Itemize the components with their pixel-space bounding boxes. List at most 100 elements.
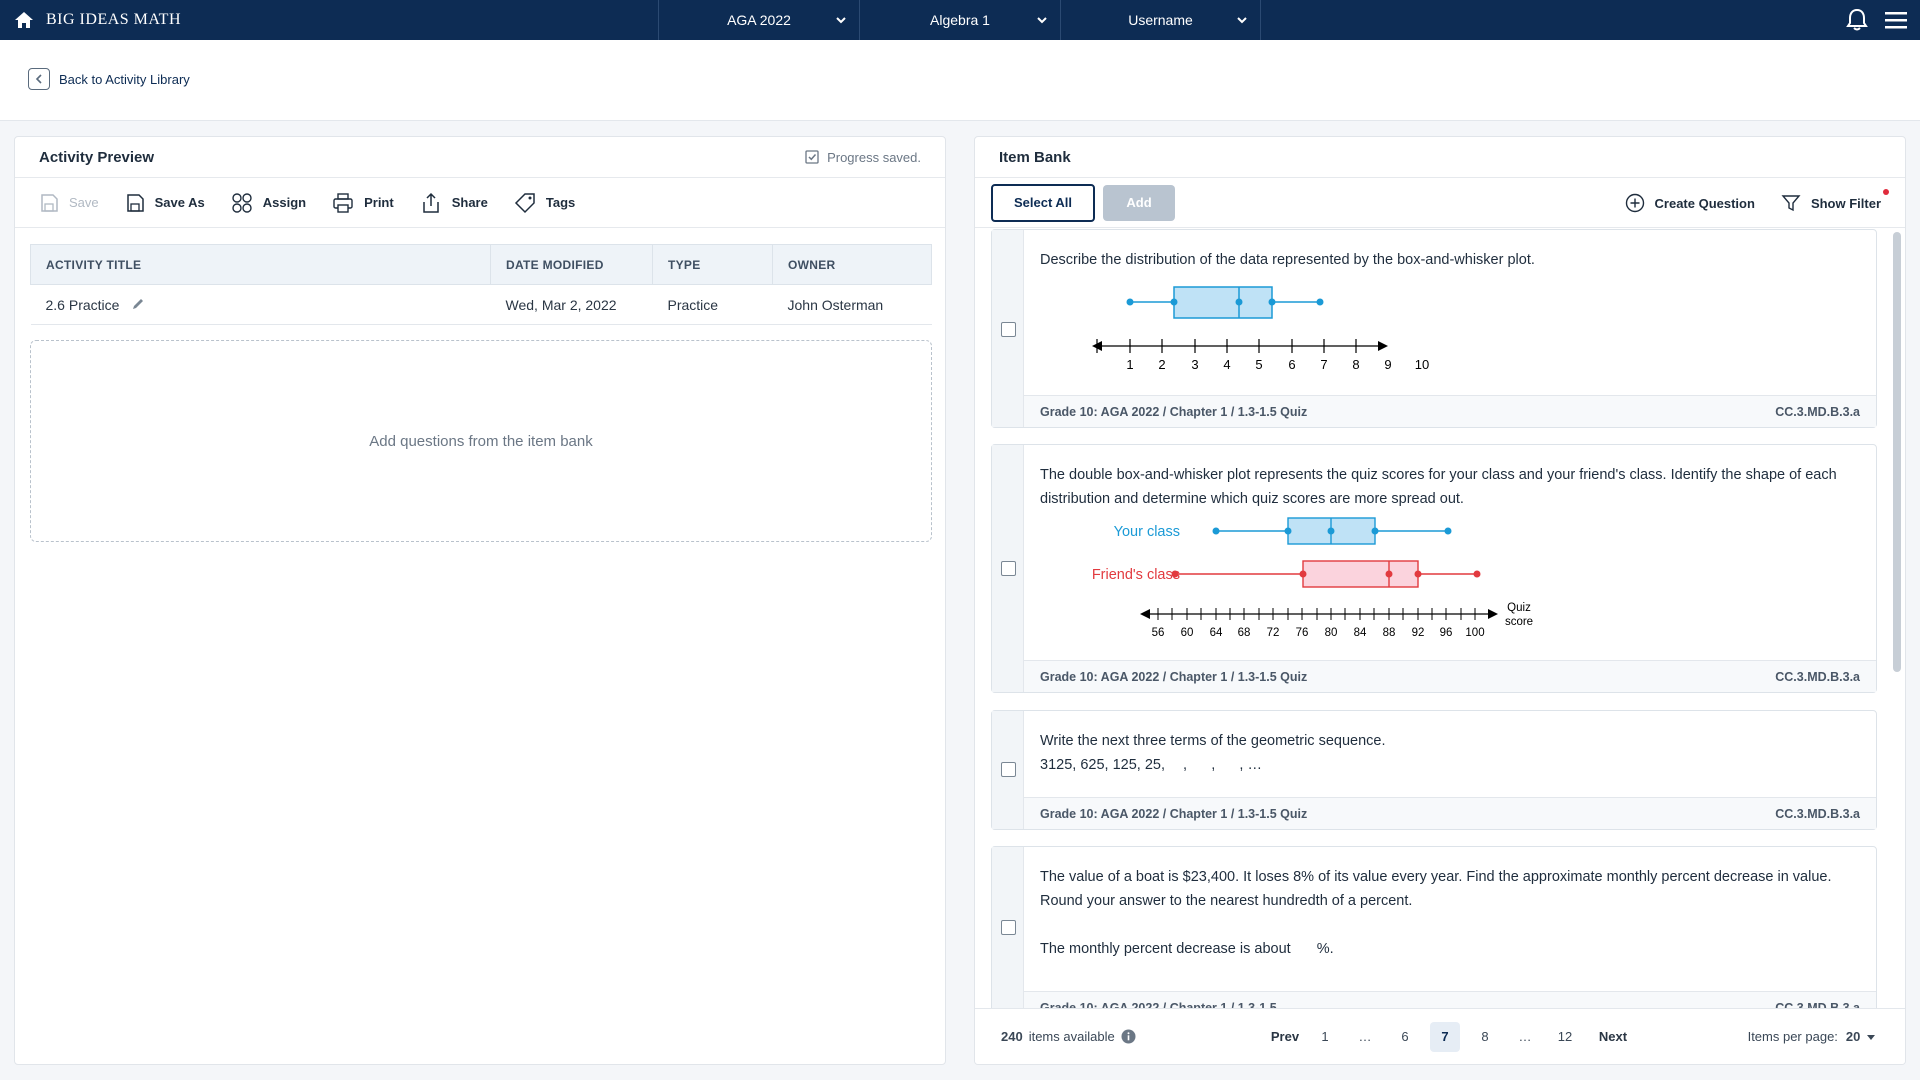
save-as-icon xyxy=(126,193,144,212)
save-button[interactable]: Save xyxy=(39,193,99,213)
page-7-current[interactable]: 7 xyxy=(1430,1021,1460,1052)
select-all-button[interactable]: Select All xyxy=(991,183,1095,222)
assign-button[interactable]: Assign xyxy=(231,192,306,214)
user-menu[interactable]: Username xyxy=(1060,0,1261,40)
sequence-terms: 3125, 625, 125, 25, xyxy=(1040,757,1165,773)
bell-icon[interactable] xyxy=(1846,8,1868,32)
back-to-library-link[interactable]: Back to Activity Library xyxy=(28,68,190,90)
axis-label: 92 xyxy=(1412,627,1425,639)
item-standard: CC.3.MD.B.3.a xyxy=(1775,669,1860,684)
brand-name: BIG IDEAS MATH xyxy=(46,11,181,28)
axis-label: 4 xyxy=(1223,357,1230,372)
axis-label: 2 xyxy=(1158,357,1165,372)
scrollbar-thumb[interactable] xyxy=(1893,232,1901,672)
page-1-button[interactable]: 1 xyxy=(1305,1029,1345,1044)
axis-title: Quiz xyxy=(1507,602,1531,614)
items-available: 240 items available xyxy=(1001,1029,1136,1044)
question-text: The value of a boat is $23,400. It loses… xyxy=(1040,865,1862,961)
item-checkbox[interactable] xyxy=(1001,561,1016,576)
question-paragraph: The value of a boat is $23,400. It loses… xyxy=(1040,869,1832,909)
filter-active-indicator xyxy=(1883,189,1889,195)
hamburger-menu-icon[interactable] xyxy=(1884,10,1908,30)
print-button[interactable]: Print xyxy=(332,192,394,214)
axis-label: 80 xyxy=(1325,627,1338,639)
chevron-down-icon xyxy=(1237,17,1247,24)
back-link-label: Back to Activity Library xyxy=(59,71,190,87)
pencil-edit-icon[interactable] xyxy=(131,297,145,311)
column-header-date[interactable]: DATE MODIFIED xyxy=(490,244,653,285)
program-selector[interactable]: AGA 2022 xyxy=(658,0,859,40)
info-icon[interactable] xyxy=(1121,1029,1136,1044)
items-per-page-select[interactable]: 20 xyxy=(1846,1029,1875,1044)
item-bank-list: Describe the distribution of the data re… xyxy=(975,229,1893,1015)
double-box-whisker-plot: Your class Friend's class 56 60 64 68 72… xyxy=(1092,517,1533,639)
axis-label: 88 xyxy=(1383,627,1396,639)
axis-label: 60 xyxy=(1181,627,1194,639)
item-bank-footer: 240 items available Prev 1 … 6 7 8 … 12 … xyxy=(975,1008,1905,1064)
column-header-type[interactable]: TYPE xyxy=(652,244,773,285)
answer-suffix: %. xyxy=(1316,941,1334,957)
axis-label: 68 xyxy=(1238,627,1251,639)
show-filter-button[interactable]: Show Filter xyxy=(1781,189,1889,213)
axis-label: 96 xyxy=(1440,627,1453,639)
axis-label: 64 xyxy=(1210,627,1223,639)
axis-label: 72 xyxy=(1267,627,1280,639)
plus-circle-icon xyxy=(1625,193,1644,213)
column-header-title[interactable]: ACTIVITY TITLE xyxy=(30,244,491,285)
series-label-friends-class: Friend's class xyxy=(1092,567,1180,583)
save-as-button[interactable]: Save As xyxy=(125,193,205,213)
tags-button[interactable]: Tags xyxy=(514,192,575,214)
activity-preview-title: Activity Preview xyxy=(39,148,155,166)
course-selector[interactable]: Algebra 1 xyxy=(859,0,1060,40)
axis-label: 7 xyxy=(1320,357,1327,372)
share-button-label: Share xyxy=(451,195,488,210)
save-as-button-label: Save As xyxy=(154,195,205,210)
item-checkbox[interactable] xyxy=(1001,762,1016,777)
tags-button-label: Tags xyxy=(545,195,576,210)
save-icon xyxy=(41,193,58,212)
create-question-label: Create Question xyxy=(1654,195,1755,211)
question-drop-zone[interactable]: Add questions from the item bank xyxy=(30,340,932,542)
create-question-button[interactable]: Create Question xyxy=(1625,193,1755,213)
axis-label: 84 xyxy=(1354,627,1367,639)
axis-label: 8 xyxy=(1352,357,1359,372)
axis-label: 3 xyxy=(1191,357,1198,372)
type-cell: Practice xyxy=(652,284,773,325)
activity-title: 2.6 Practice xyxy=(45,296,120,313)
items-per-page: Items per page: 20 xyxy=(1748,1029,1875,1044)
pagination: Prev 1 … 6 7 8 … 12 Next xyxy=(1265,1021,1633,1052)
column-header-owner[interactable]: OWNER xyxy=(772,244,932,285)
top-nav-bar: BIG IDEAS MATH AGA 2022 Algebra 1 Userna… xyxy=(0,0,1920,40)
question-text: The double box-and-whisker plot represen… xyxy=(1040,467,1837,507)
home-icon xyxy=(15,12,33,28)
chevron-down-icon xyxy=(836,17,846,24)
tag-icon xyxy=(514,192,535,213)
assign-button-label: Assign xyxy=(262,195,307,210)
items-per-page-label: Items per page: xyxy=(1747,1029,1838,1044)
share-button[interactable]: Share xyxy=(420,192,488,214)
chevron-down-icon xyxy=(1037,17,1047,24)
question-text: Describe the distribution of the data re… xyxy=(1040,252,1535,268)
list-item: The value of a boat is $23,400. It loses… xyxy=(991,846,1877,1015)
filter-icon xyxy=(1781,195,1801,212)
box-whisker-plot: 1 2 3 4 5 6 7 8 9 10 xyxy=(1092,286,1429,372)
checkbox-checked-icon xyxy=(805,150,819,164)
item-meta: Grade 10: AGA 2022 / Chapter 1 / 1.3-1.5… xyxy=(1024,395,1876,427)
next-page-button[interactable]: Next xyxy=(1593,1029,1633,1044)
axis-label: 5 xyxy=(1255,357,1262,372)
owner-cell: John Osterman xyxy=(772,284,932,325)
brand[interactable]: BIG IDEAS MATH xyxy=(0,0,658,40)
prev-page-button[interactable]: Prev xyxy=(1265,1029,1305,1044)
list-item: Describe the distribution of the data re… xyxy=(991,229,1877,428)
add-button[interactable]: Add xyxy=(1103,184,1175,221)
item-checkbox[interactable] xyxy=(1001,322,1016,337)
page-6-button[interactable]: 6 xyxy=(1385,1029,1425,1044)
sequence-blanks: , , , … xyxy=(1183,757,1262,773)
page-8-button[interactable]: 8 xyxy=(1465,1029,1505,1044)
item-checkbox[interactable] xyxy=(1001,920,1016,935)
page-12-button[interactable]: 12 xyxy=(1545,1029,1585,1044)
progress-saved-label: Progress saved. xyxy=(827,149,921,165)
question-text: Write the next three terms of the geomet… xyxy=(1040,729,1862,777)
axis-label: 1 xyxy=(1126,357,1133,372)
print-button-label: Print xyxy=(364,195,394,210)
